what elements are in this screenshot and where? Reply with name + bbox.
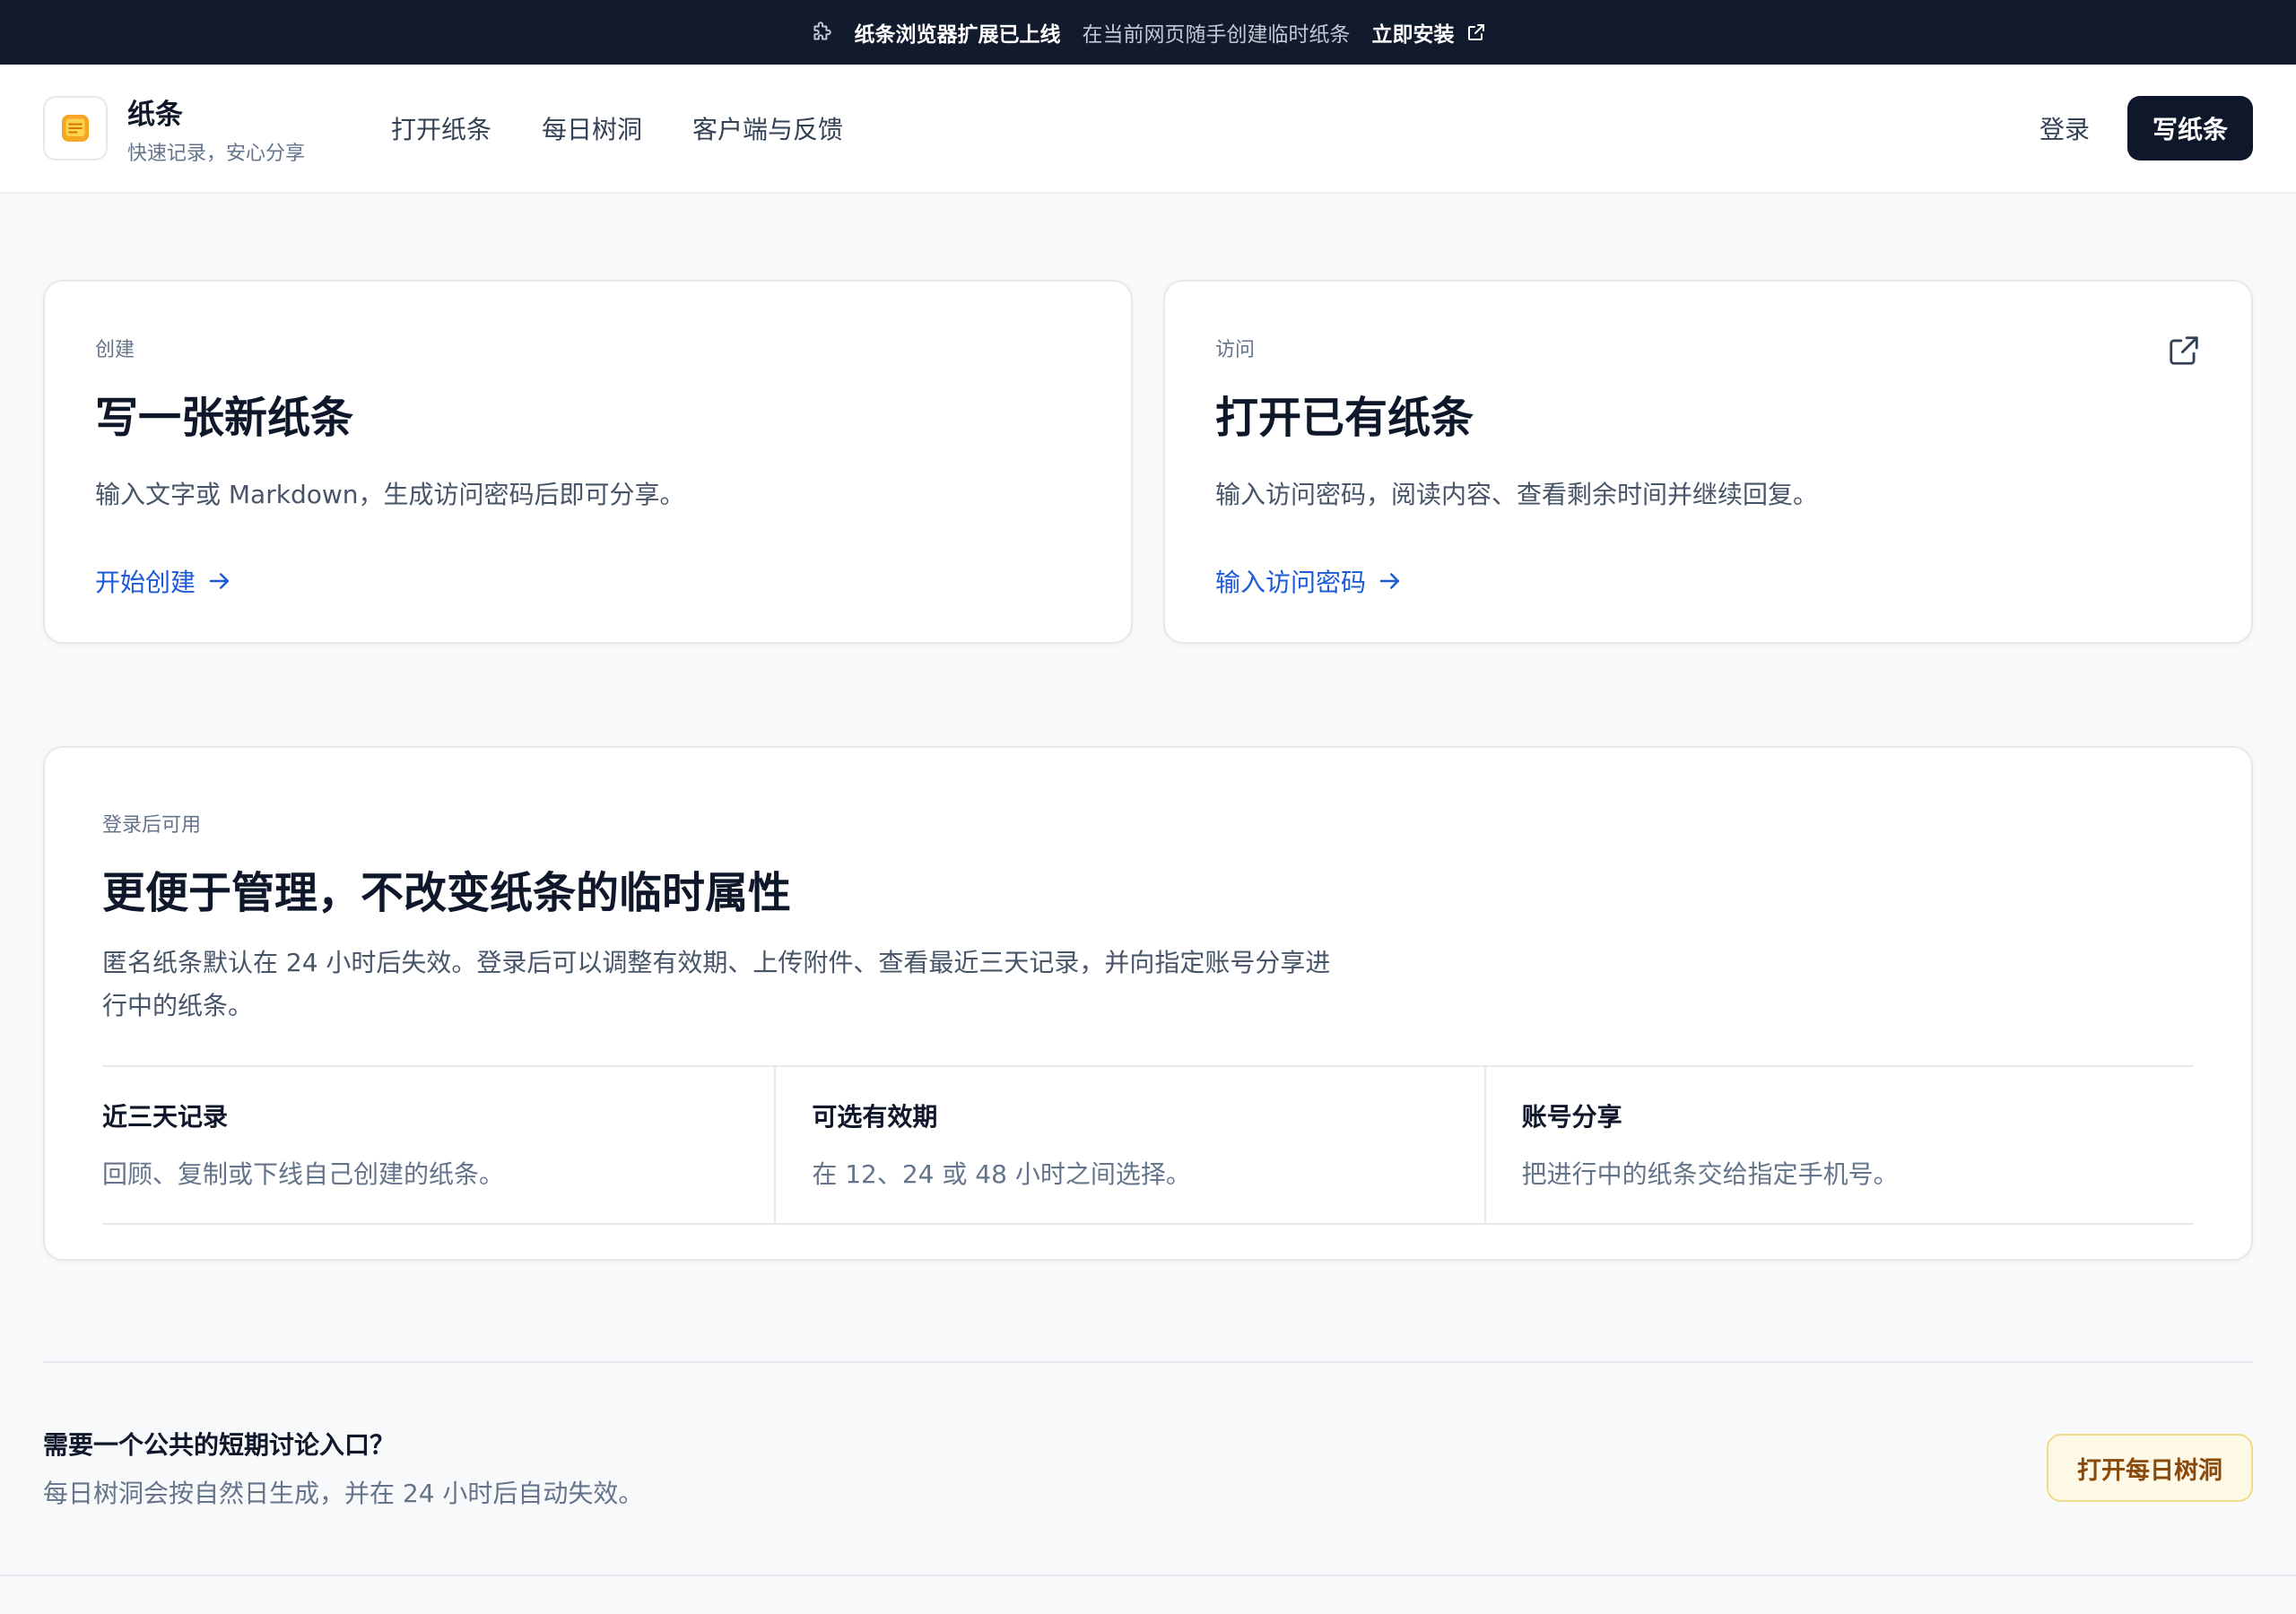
- card-title: 写一张新纸条: [95, 393, 354, 443]
- install-link[interactable]: 立即安装: [1372, 17, 1487, 48]
- brand-slogan: 快速记录，安心分享: [127, 142, 306, 165]
- start-create-link[interactable]: 开始创建: [95, 563, 1081, 599]
- section-divider: [43, 1361, 2253, 1363]
- panel-eyebrow: 登录后可用: [102, 814, 202, 837]
- brand: 纸条 快速记录，安心分享: [127, 91, 305, 166]
- feature-description: 把进行中的纸条交给指定手机号。: [1521, 1159, 1899, 1189]
- external-link-icon[interactable]: [2167, 334, 2201, 368]
- main-nav: 打开纸条 每日树洞 客户端与反馈: [391, 110, 843, 146]
- banner-title: 纸条浏览器扩展已上线: [854, 23, 1061, 47]
- create-card: 创建 写一张新纸条 输入文字或 Markdown，生成访问密码后即可分享。 开始…: [43, 280, 1133, 644]
- cta-question: 需要一个公共的短期讨论入口？: [43, 1430, 396, 1460]
- open-card: 访问 打开已有纸条 输入访问密码，阅读内容、查看剩余时间并继续回复。 输入访问密…: [1163, 280, 2253, 644]
- panel-description: 匿名纸条默认在 24 小时后失效。登录后可以调整有效期、上传附件、查看最近三天记…: [102, 948, 1331, 1020]
- treehole-cta: 需要一个公共的短期讨论入口？ 每日树洞会按自然日生成，并在 24 小时后自动失效…: [43, 1426, 2253, 1510]
- link-label: 开始创建: [95, 568, 196, 597]
- feature-title: 近三天记录: [102, 1102, 229, 1132]
- feature-description: 回顾、复制或下线自己创建的纸条。: [102, 1159, 505, 1189]
- site-header: 纸条 快速记录，安心分享 打开纸条 每日树洞 客户端与反馈 登录 写纸条: [0, 65, 2296, 194]
- footer-divider: [0, 1575, 2296, 1576]
- feature-description: 在 12、24 或 48 小时之间选择。: [812, 1159, 1191, 1189]
- cta-answer: 每日树洞会按自然日生成，并在 24 小时后自动失效。: [43, 1479, 644, 1508]
- card-eyebrow: 访问: [1215, 339, 1256, 361]
- nav-daily-treehole[interactable]: 每日树洞: [542, 110, 642, 146]
- brand-name: 纸条: [127, 98, 183, 131]
- open-treehole-button[interactable]: 打开每日树洞: [2047, 1434, 2253, 1502]
- panel-title: 更便于管理，不改变纸条的临时属性: [102, 868, 792, 918]
- feature-item: 账号分享 把进行中的纸条交给指定手机号。: [1483, 1067, 2194, 1223]
- arrow-right-icon: [1379, 573, 1400, 589]
- puzzle-icon: [813, 22, 831, 40]
- arrow-right-icon: [209, 573, 230, 589]
- feature-title: 账号分享: [1521, 1102, 1622, 1132]
- banner-description: 在当前网页随手创建临时纸条: [1082, 23, 1351, 47]
- install-label: 立即安装: [1371, 23, 1455, 47]
- note-logo-icon: [62, 115, 89, 142]
- action-cards: 创建 写一张新纸条 输入文字或 Markdown，生成访问密码后即可分享。 开始…: [43, 280, 2253, 644]
- feature-item: 可选有效期 在 12、24 或 48 小时之间选择。: [774, 1067, 1483, 1223]
- login-features-panel: 登录后可用 更便于管理，不改变纸条的临时属性 匿名纸条默认在 24 小时后失效。…: [43, 746, 2253, 1261]
- write-note-button[interactable]: 写纸条: [2126, 96, 2253, 161]
- card-eyebrow: 创建: [95, 339, 135, 361]
- enter-password-link[interactable]: 输入访问密码: [1215, 563, 2201, 599]
- nav-client-feedback[interactable]: 客户端与反馈: [692, 110, 843, 146]
- logo[interactable]: [43, 96, 108, 161]
- link-label: 输入访问密码: [1215, 568, 1367, 597]
- nav-open-note[interactable]: 打开纸条: [391, 110, 491, 146]
- card-description: 输入文字或 Markdown，生成访问密码后即可分享。: [95, 480, 685, 509]
- card-title: 打开已有纸条: [1215, 393, 1474, 443]
- external-link-icon: [1467, 24, 1484, 40]
- feature-item: 近三天记录 回顾、复制或下线自己创建的纸条。: [102, 1067, 774, 1223]
- main-content: 创建 写一张新纸条 输入文字或 Markdown，生成访问密码后即可分享。 开始…: [0, 280, 2296, 1510]
- feature-title: 可选有效期: [812, 1102, 938, 1132]
- cta-text: 需要一个公共的短期讨论入口？ 每日树洞会按自然日生成，并在 24 小时后自动失效…: [43, 1426, 643, 1510]
- promo-banner: 纸条浏览器扩展已上线 在当前网页随手创建临时纸条 立即安装: [0, 0, 2296, 65]
- login-button[interactable]: 登录: [2039, 110, 2090, 146]
- feature-list: 近三天记录 回顾、复制或下线自己创建的纸条。 可选有效期 在 12、24 或 4…: [102, 1065, 2194, 1225]
- card-description: 输入访问密码，阅读内容、查看剩余时间并继续回复。: [1215, 480, 1819, 509]
